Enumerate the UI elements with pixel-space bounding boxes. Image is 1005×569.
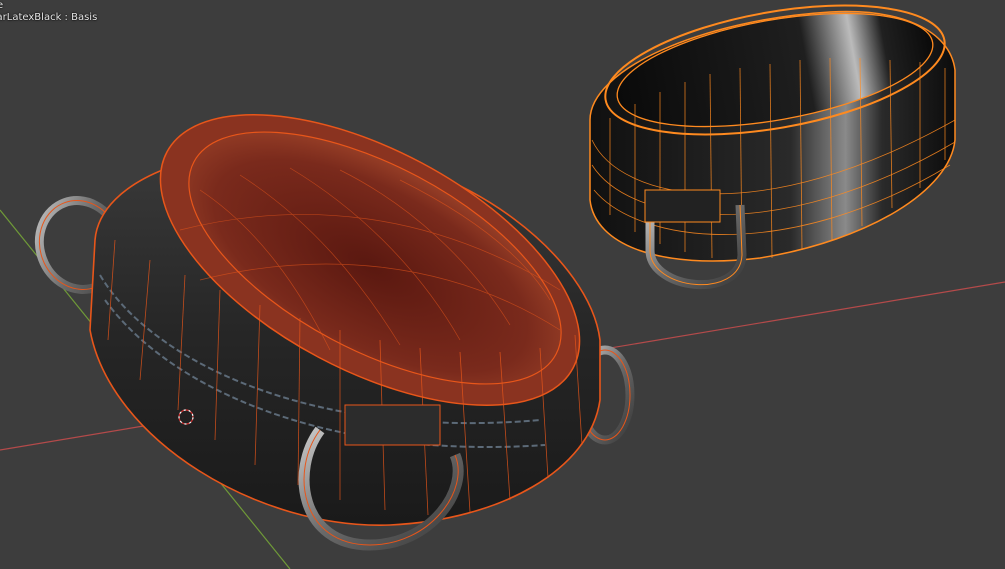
viewport-scene[interactable] [0,0,1005,569]
collar-latex-object[interactable] [589,0,956,290]
3d-viewport[interactable]: e llarLatexBlack : Basis [0,0,1005,569]
active-object-label: llarLatexBlack : Basis [0,12,98,23]
viewport-header-info: e llarLatexBlack : Basis [0,0,97,24]
view-mode-label: e [0,0,4,11]
collar-leather-object[interactable] [27,55,635,551]
